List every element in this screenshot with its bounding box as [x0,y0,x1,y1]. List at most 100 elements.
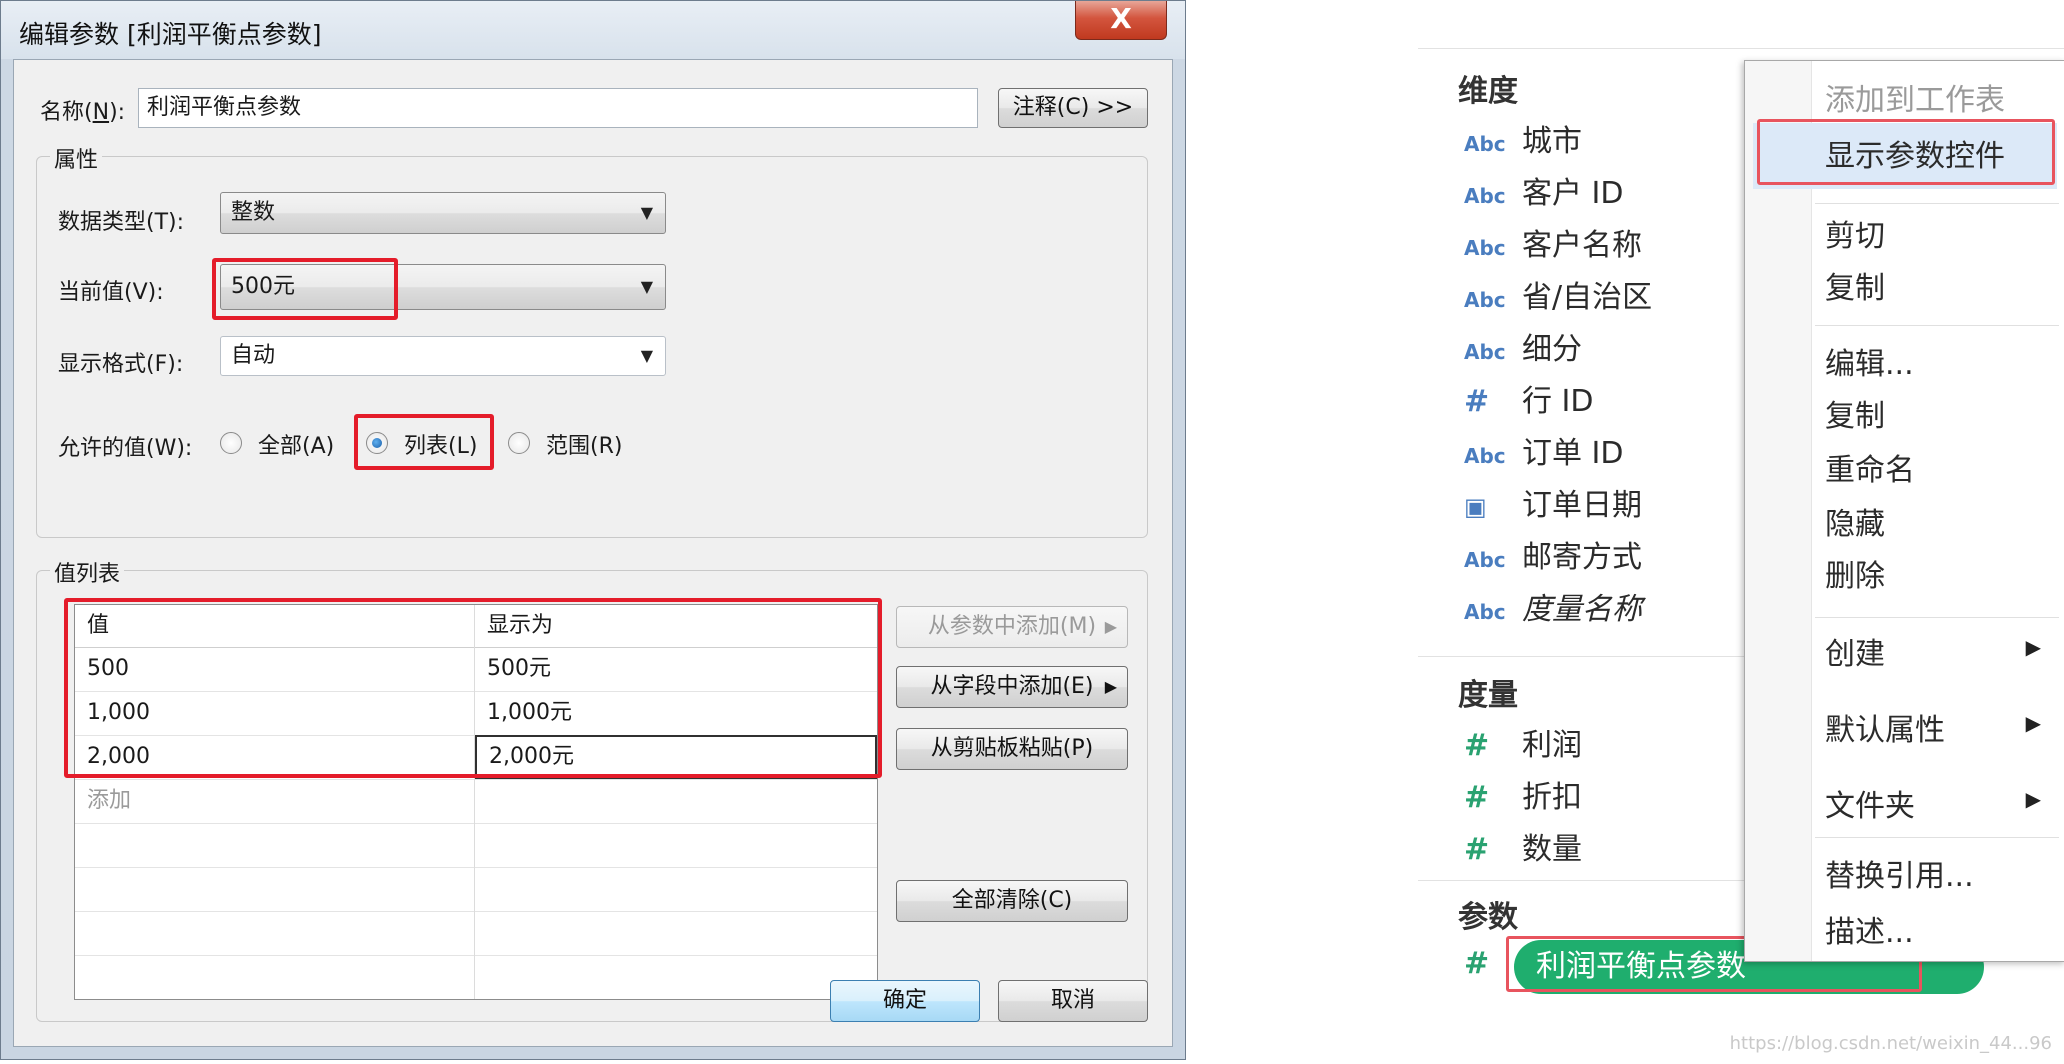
dimensions-title: 维度 [1458,74,1518,109]
field-name: 数量 [1522,832,1582,867]
radio-all[interactable] [220,432,242,454]
number-type-icon: # [1464,384,1490,419]
field-item[interactable]: # 折扣 [1464,778,1582,818]
field-item[interactable]: # 利润 [1464,726,1582,766]
add-placeholder[interactable]: 添加 [75,779,475,823]
paste-from-clipboard-button[interactable]: 从剪贴板粘贴(P) [896,728,1128,770]
datatype-label: 数据类型(T): [58,210,185,235]
field-item[interactable]: Abc 省/自治区 [1464,278,1652,318]
cell-empty [475,955,877,999]
menu-item-cut[interactable]: 剪切 [1825,211,1885,255]
clear-all-button[interactable]: 全部清除(C) [896,880,1128,922]
table-row-empty [75,955,877,999]
name-label: 名称(N): [40,100,126,125]
field-item[interactable]: Abc 城市 [1464,122,1582,162]
chevron-down-icon: ▼ [640,277,653,296]
field-item[interactable]: # 行 ID [1464,382,1593,422]
radio-range-label: 范围(R) [546,434,623,459]
field-name: 折扣 [1522,780,1582,815]
string-type-icon: Abc [1464,184,1506,208]
context-menu: 添加到工作表 显示参数控件 剪切 复制 编辑... 复制 重命名 隐藏 删除 创… [1744,60,2064,962]
highlight-current-value [212,258,398,320]
chevron-down-icon: ▼ [640,346,653,365]
field-item[interactable]: # 数量 [1464,830,1582,870]
string-type-icon: Abc [1464,340,1506,364]
field-name: 行 ID [1522,384,1594,419]
table-row-add[interactable]: 添加 [75,779,877,824]
field-item[interactable]: ▣ 订单日期 [1464,486,1642,526]
watermark: https://blog.csdn.net/weixin_44...96 [1729,1033,2052,1054]
field-item[interactable]: Abc 细分 [1464,330,1582,370]
menu-item-default-properties[interactable]: 默认属性 [1825,705,1945,749]
radio-range[interactable] [508,432,530,454]
add-from-field-button[interactable]: 从字段中添加(E) ▶ [896,666,1128,708]
menu-item-describe[interactable]: 描述... [1825,907,1914,951]
values-list-title: 值列表 [50,556,125,588]
string-type-icon: Abc [1464,132,1506,156]
menu-item-copy[interactable]: 复制 [1825,263,1885,307]
field-item[interactable]: Abc 邮寄方式 [1464,538,1642,578]
close-button[interactable]: X [1075,1,1167,40]
cancel-button[interactable]: 取消 [998,980,1148,1022]
cell-empty[interactable] [475,779,877,823]
datatype-select[interactable]: 整数 ▼ [220,192,666,234]
radio-all-label: 全部(A) [258,434,335,459]
string-type-icon: Abc [1464,600,1506,624]
comment-button[interactable]: 注释(C) >> [998,88,1148,128]
menu-item-duplicate[interactable]: 复制 [1825,391,1885,435]
name-input[interactable]: 利润平衡点参数 [138,88,978,128]
field-item[interactable]: Abc 订单 ID [1464,434,1623,474]
string-type-icon: Abc [1464,236,1506,260]
menu-item-rename[interactable]: 重命名 [1825,445,1915,489]
field-item[interactable]: Abc 客户 ID [1464,174,1623,214]
table-row-empty [75,867,877,912]
menu-item-delete[interactable]: 删除 [1825,551,1885,595]
title-bar[interactable]: 编辑参数 [利润平衡点参数] X [1,1,1185,59]
menu-item-folder[interactable]: 文件夹 [1825,781,1915,825]
cell-empty [475,911,877,955]
field-item[interactable]: Abc 度量名称 [1464,590,1642,630]
add-from-parameter-label: 从参数中添加(M) [927,614,1097,639]
field-name: 省/自治区 [1522,280,1653,315]
field-name: 邮寄方式 [1522,540,1642,575]
cell-empty [75,911,475,955]
field-name: 订单 ID [1522,436,1624,471]
field-name: 度量名称 [1522,592,1642,627]
dialog-title: 编辑参数 [利润平衡点参数] [19,20,322,49]
datatype-value: 整数 [231,200,276,225]
field-name: 利润 [1522,728,1582,763]
chevron-right-icon: ▶ [1104,617,1117,636]
add-from-parameter-button: 从参数中添加(M) ▶ [896,606,1128,648]
menu-item-replace-references[interactable]: 替换引用... [1825,851,1974,895]
number-type-icon: # [1464,832,1490,867]
cell-empty [75,823,475,867]
field-name: 客户 ID [1522,176,1624,211]
menu-separator [1815,203,2059,204]
menu-item-add-to-sheet: 添加到工作表 [1825,83,2005,118]
add-from-field-label: 从字段中添加(E) [930,674,1094,699]
menu-item-create[interactable]: 创建 [1825,629,1885,673]
format-select[interactable]: 自动 ▼ [220,336,666,376]
menu-item-hide[interactable]: 隐藏 [1825,499,1885,543]
number-type-icon: # [1464,780,1490,815]
table-row-empty [75,911,877,956]
current-value-label: 当前值(V): [58,280,164,305]
parameters-title: 参数 [1458,900,1518,935]
menu-item-edit[interactable]: 编辑... [1825,339,1914,383]
menu-separator [1815,837,2059,838]
field-item[interactable]: Abc 客户名称 [1464,226,1642,266]
menu-separator [1815,325,2059,326]
field-name: 城市 [1522,124,1582,159]
chevron-down-icon: ▼ [640,203,653,222]
cell-empty [75,867,475,911]
highlight-list-option [354,414,494,470]
string-type-icon: Abc [1464,288,1506,312]
string-type-icon: Abc [1464,548,1506,572]
dialog-body: 名称(N): 利润平衡点参数 注释(C) >> 属性 数据类型(T): 整数 ▼… [13,59,1173,1047]
ok-button[interactable]: 确定 [830,980,980,1022]
cell-empty [75,955,475,999]
divider [1418,48,2064,49]
measures-title: 度量 [1458,678,1518,713]
format-label: 显示格式(F): [58,352,184,377]
menu-separator [1815,617,2059,618]
